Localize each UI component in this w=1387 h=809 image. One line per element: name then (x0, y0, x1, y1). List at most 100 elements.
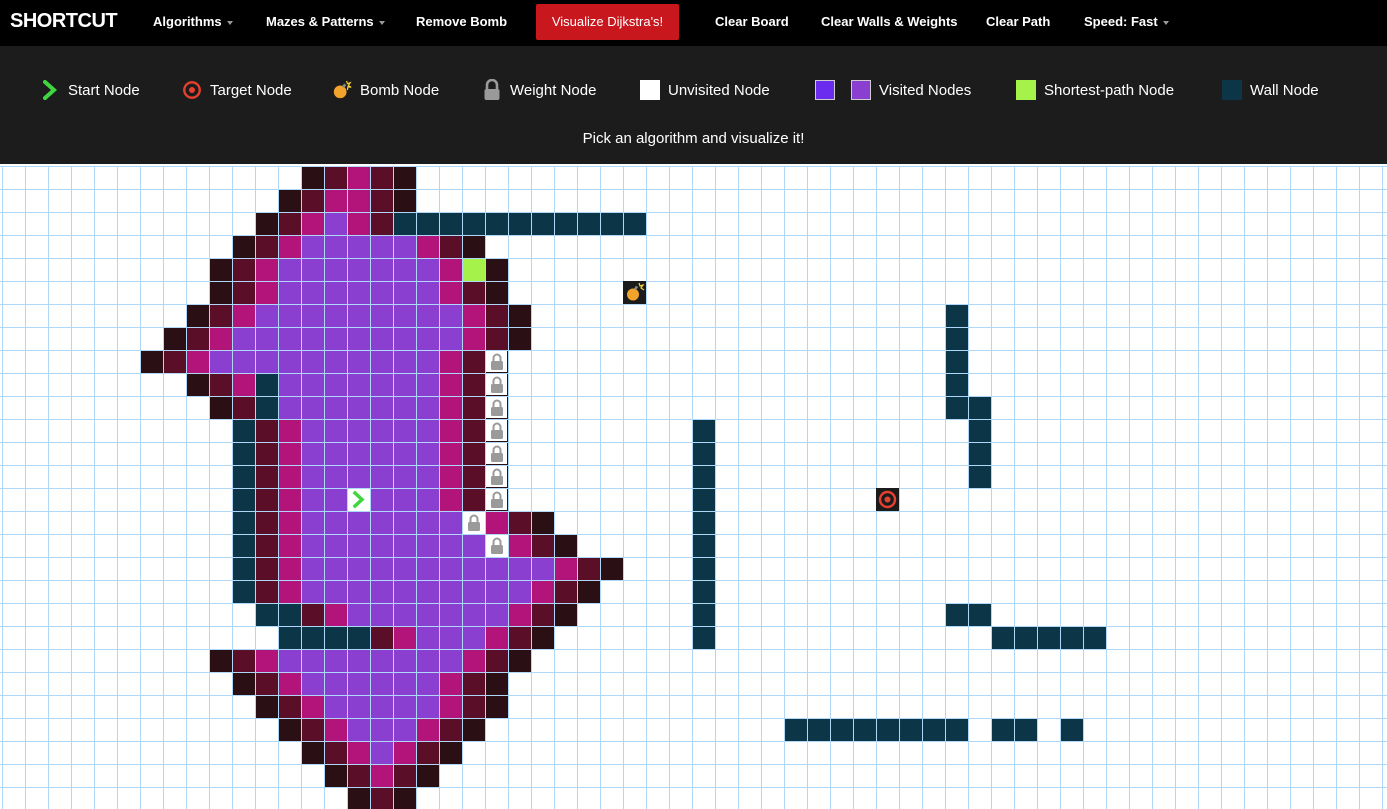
visited-node[interactable] (278, 580, 301, 603)
visited-node[interactable] (209, 373, 232, 396)
visited-node[interactable] (370, 465, 393, 488)
visited-node[interactable] (370, 626, 393, 649)
visited-node[interactable] (462, 442, 485, 465)
weight-node-icon[interactable] (486, 489, 507, 510)
visited-node[interactable] (416, 557, 439, 580)
visited-node[interactable] (301, 741, 324, 764)
visited-node[interactable] (393, 258, 416, 281)
visited-node[interactable] (301, 580, 324, 603)
visited-node[interactable] (324, 718, 347, 741)
visited-node[interactable] (393, 741, 416, 764)
wall-node[interactable] (692, 534, 715, 557)
visited-node[interactable] (485, 603, 508, 626)
visited-node[interactable] (255, 350, 278, 373)
wall-node[interactable] (278, 603, 301, 626)
visited-node[interactable] (393, 419, 416, 442)
visited-node[interactable] (439, 419, 462, 442)
visited-node[interactable] (439, 741, 462, 764)
wall-node[interactable] (945, 603, 968, 626)
brand-logo[interactable]: SHORTCUT (10, 10, 118, 33)
visited-node[interactable] (393, 580, 416, 603)
weight-node-icon[interactable] (486, 351, 507, 372)
visited-node[interactable] (577, 580, 600, 603)
wall-node[interactable] (393, 212, 416, 235)
visited-node[interactable] (255, 488, 278, 511)
wall-node[interactable] (255, 373, 278, 396)
visited-node[interactable] (439, 350, 462, 373)
visited-node[interactable] (439, 235, 462, 258)
wall-node[interactable] (1083, 626, 1106, 649)
visited-node[interactable] (439, 580, 462, 603)
visited-node[interactable] (370, 649, 393, 672)
visited-node[interactable] (301, 465, 324, 488)
visited-node[interactable] (301, 603, 324, 626)
visited-node[interactable] (393, 764, 416, 787)
visited-node[interactable] (301, 419, 324, 442)
visited-node[interactable] (278, 327, 301, 350)
visited-node[interactable] (370, 603, 393, 626)
visited-node[interactable] (255, 465, 278, 488)
visited-node[interactable] (278, 718, 301, 741)
visited-node[interactable] (301, 488, 324, 511)
visited-node[interactable] (462, 603, 485, 626)
visited-node[interactable] (370, 327, 393, 350)
visited-node[interactable] (508, 557, 531, 580)
visited-node[interactable] (393, 350, 416, 373)
visited-node[interactable] (439, 649, 462, 672)
visited-node[interactable] (301, 235, 324, 258)
visited-node[interactable] (301, 166, 324, 189)
visited-node[interactable] (186, 327, 209, 350)
visited-node[interactable] (347, 350, 370, 373)
wall-node[interactable] (945, 396, 968, 419)
wall-node[interactable] (807, 718, 830, 741)
visited-node[interactable] (347, 580, 370, 603)
visited-node[interactable] (393, 465, 416, 488)
visited-node[interactable] (301, 695, 324, 718)
visited-node[interactable] (347, 603, 370, 626)
visited-node[interactable] (324, 649, 347, 672)
visited-node[interactable] (416, 396, 439, 419)
visited-node[interactable] (485, 626, 508, 649)
visited-node[interactable] (439, 534, 462, 557)
visited-node[interactable] (324, 350, 347, 373)
visited-node[interactable] (462, 649, 485, 672)
wall-node[interactable] (692, 626, 715, 649)
visited-node[interactable] (347, 166, 370, 189)
visited-node[interactable] (232, 327, 255, 350)
visited-node[interactable] (278, 235, 301, 258)
visited-node[interactable] (370, 741, 393, 764)
visited-node[interactable] (531, 534, 554, 557)
visited-node[interactable] (324, 166, 347, 189)
visited-node[interactable] (485, 281, 508, 304)
visited-node[interactable] (370, 718, 393, 741)
visited-node[interactable] (324, 235, 347, 258)
visited-node[interactable] (232, 350, 255, 373)
visited-node[interactable] (370, 787, 393, 809)
visited-node[interactable] (278, 373, 301, 396)
visited-node[interactable] (439, 511, 462, 534)
visited-node[interactable] (278, 672, 301, 695)
wall-node[interactable] (922, 718, 945, 741)
visited-node[interactable] (439, 718, 462, 741)
visited-node[interactable] (232, 304, 255, 327)
wall-node[interactable] (255, 603, 278, 626)
wall-node[interactable] (991, 626, 1014, 649)
visited-node[interactable] (439, 672, 462, 695)
visited-node[interactable] (370, 695, 393, 718)
visited-node[interactable] (209, 258, 232, 281)
visited-node[interactable] (416, 235, 439, 258)
visited-node[interactable] (416, 603, 439, 626)
visited-node[interactable] (209, 396, 232, 419)
wall-node[interactable] (255, 396, 278, 419)
wall-node[interactable] (508, 212, 531, 235)
visited-node[interactable] (370, 764, 393, 787)
visited-node[interactable] (531, 626, 554, 649)
start-node-icon[interactable] (352, 490, 365, 509)
visited-node[interactable] (577, 557, 600, 580)
visited-node[interactable] (324, 695, 347, 718)
visited-node[interactable] (232, 649, 255, 672)
visited-node[interactable] (462, 327, 485, 350)
visited-node[interactable] (462, 350, 485, 373)
visited-node[interactable] (508, 580, 531, 603)
visited-node[interactable] (439, 557, 462, 580)
